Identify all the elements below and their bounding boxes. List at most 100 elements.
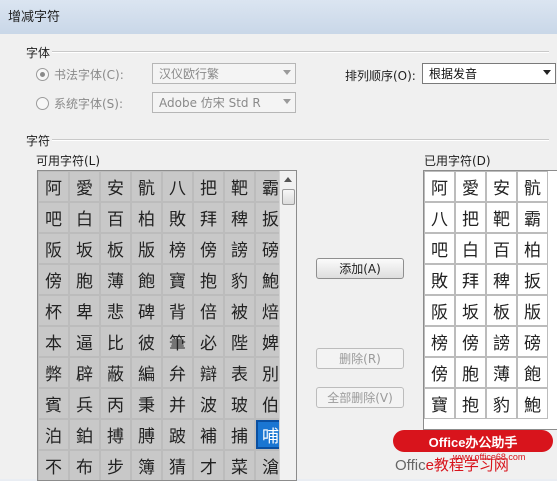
char-cell[interactable]: 阿 bbox=[424, 171, 455, 202]
char-cell[interactable]: 鮑 bbox=[517, 388, 548, 419]
char-cell[interactable]: 被 bbox=[224, 295, 255, 326]
calligraphy-font-select[interactable]: 汉仪欧行繁 bbox=[152, 63, 296, 84]
scroll-up-icon[interactable] bbox=[284, 177, 292, 182]
char-cell[interactable]: 榜 bbox=[424, 326, 455, 357]
char-cell[interactable]: 把 bbox=[193, 171, 224, 202]
char-cell[interactable]: 傍 bbox=[38, 264, 69, 295]
char-cell[interactable]: 并 bbox=[162, 388, 193, 419]
char-cell[interactable]: 扳 bbox=[517, 264, 548, 295]
char-cell[interactable]: 骯 bbox=[131, 171, 162, 202]
char-cell[interactable]: 百 bbox=[100, 202, 131, 233]
char-cell[interactable]: 丙 bbox=[100, 388, 131, 419]
delete-button[interactable]: 删除(R) bbox=[316, 348, 404, 369]
char-cell[interactable]: 才 bbox=[193, 450, 224, 480]
char-cell[interactable]: 豹 bbox=[224, 264, 255, 295]
char-cell[interactable]: 辯 bbox=[193, 357, 224, 388]
char-cell[interactable]: 碑 bbox=[131, 295, 162, 326]
char-cell[interactable]: 阿 bbox=[38, 171, 69, 202]
char-cell[interactable]: 跛 bbox=[162, 419, 193, 450]
char-cell[interactable]: 阪 bbox=[38, 233, 69, 264]
delete-all-button[interactable]: 全部删除(V) bbox=[316, 387, 404, 408]
char-cell[interactable]: 逼 bbox=[69, 326, 100, 357]
char-cell[interactable]: 八 bbox=[162, 171, 193, 202]
char-cell[interactable]: 抱 bbox=[193, 264, 224, 295]
char-cell[interactable]: 安 bbox=[100, 171, 131, 202]
char-cell[interactable]: 猜 bbox=[162, 450, 193, 480]
char-cell[interactable]: 吧 bbox=[38, 202, 69, 233]
scroll-thumb[interactable] bbox=[282, 189, 295, 205]
char-cell[interactable]: 胞 bbox=[455, 357, 486, 388]
char-cell[interactable]: 倍 bbox=[193, 295, 224, 326]
char-cell[interactable]: 把 bbox=[455, 202, 486, 233]
char-cell[interactable]: 膊 bbox=[131, 419, 162, 450]
char-cell[interactable]: 版 bbox=[517, 295, 548, 326]
char-cell[interactable]: 鉑 bbox=[69, 419, 100, 450]
system-font-select[interactable]: Adobe 仿宋 Std R bbox=[152, 92, 296, 113]
char-cell[interactable]: 寶 bbox=[424, 388, 455, 419]
char-cell[interactable]: 編 bbox=[131, 357, 162, 388]
char-cell[interactable]: 八 bbox=[424, 202, 455, 233]
char-cell[interactable]: 必 bbox=[193, 326, 224, 357]
char-cell[interactable]: 筆 bbox=[162, 326, 193, 357]
char-cell[interactable]: 泊 bbox=[38, 419, 69, 450]
available-chars-grid[interactable]: 阿愛安骯八把靶霸吧白百柏敗拜稗扳阪坂板版榜傍謗磅傍胞薄飽寶抱豹鮑杯卑悲碑背倍被焙… bbox=[37, 170, 297, 481]
char-cell[interactable]: 柏 bbox=[517, 233, 548, 264]
char-cell[interactable]: 抱 bbox=[455, 388, 486, 419]
char-cell[interactable]: 豹 bbox=[486, 388, 517, 419]
char-cell[interactable]: 阪 bbox=[424, 295, 455, 326]
calligraphy-font-radio[interactable]: 书法字体(C): bbox=[36, 66, 124, 83]
char-cell[interactable]: 杯 bbox=[38, 295, 69, 326]
char-cell[interactable]: 蔽 bbox=[100, 357, 131, 388]
char-cell[interactable]: 弊 bbox=[38, 357, 69, 388]
char-cell[interactable]: 稗 bbox=[224, 202, 255, 233]
char-cell[interactable]: 謗 bbox=[224, 233, 255, 264]
char-cell[interactable]: 霸 bbox=[517, 202, 548, 233]
char-cell[interactable]: 拜 bbox=[455, 264, 486, 295]
char-cell[interactable]: 骯 bbox=[517, 171, 548, 202]
char-cell[interactable]: 稗 bbox=[486, 264, 517, 295]
char-cell[interactable]: 坂 bbox=[455, 295, 486, 326]
char-cell[interactable]: 拜 bbox=[193, 202, 224, 233]
char-cell[interactable]: 薄 bbox=[486, 357, 517, 388]
char-cell[interactable]: 寶 bbox=[162, 264, 193, 295]
char-cell[interactable]: 吧 bbox=[424, 233, 455, 264]
char-cell[interactable]: 愛 bbox=[455, 171, 486, 202]
char-cell[interactable]: 安 bbox=[486, 171, 517, 202]
char-cell[interactable]: 比 bbox=[100, 326, 131, 357]
char-cell[interactable]: 菜 bbox=[224, 450, 255, 480]
char-cell[interactable]: 愛 bbox=[69, 171, 100, 202]
char-cell[interactable]: 波 bbox=[193, 388, 224, 419]
char-cell[interactable]: 傍 bbox=[424, 357, 455, 388]
char-cell[interactable]: 彼 bbox=[131, 326, 162, 357]
char-cell[interactable]: 布 bbox=[69, 450, 100, 480]
char-cell[interactable]: 捕 bbox=[224, 419, 255, 450]
available-chars-scrollbar[interactable] bbox=[279, 171, 296, 480]
used-chars-grid[interactable]: 阿愛安骯八把靶霸吧白百柏敗拜稗扳阪坂板版榜傍謗磅傍胞薄飽寶抱豹鮑 bbox=[423, 170, 557, 430]
char-cell[interactable]: 靶 bbox=[224, 171, 255, 202]
char-cell[interactable]: 傍 bbox=[455, 326, 486, 357]
char-cell[interactable]: 辟 bbox=[69, 357, 100, 388]
char-cell[interactable]: 謗 bbox=[486, 326, 517, 357]
char-cell[interactable]: 板 bbox=[486, 295, 517, 326]
sort-order-select[interactable]: 根据发音 bbox=[422, 63, 556, 84]
char-cell[interactable]: 百 bbox=[486, 233, 517, 264]
char-cell[interactable]: 不 bbox=[38, 450, 69, 480]
char-cell[interactable]: 榜 bbox=[162, 233, 193, 264]
char-cell[interactable]: 兵 bbox=[69, 388, 100, 419]
char-cell[interactable]: 靶 bbox=[486, 202, 517, 233]
char-cell[interactable]: 弁 bbox=[162, 357, 193, 388]
system-font-radio[interactable]: 系统字体(S): bbox=[36, 95, 123, 112]
char-cell[interactable]: 薄 bbox=[100, 264, 131, 295]
char-cell[interactable]: 飽 bbox=[517, 357, 548, 388]
char-cell[interactable]: 板 bbox=[100, 233, 131, 264]
char-cell[interactable]: 磅 bbox=[517, 326, 548, 357]
char-cell[interactable]: 飽 bbox=[131, 264, 162, 295]
char-cell[interactable]: 表 bbox=[224, 357, 255, 388]
char-cell[interactable]: 背 bbox=[162, 295, 193, 326]
add-button[interactable]: 添加(A) bbox=[316, 258, 404, 279]
char-cell[interactable]: 陛 bbox=[224, 326, 255, 357]
char-cell[interactable]: 胞 bbox=[69, 264, 100, 295]
char-cell[interactable]: 秉 bbox=[131, 388, 162, 419]
char-cell[interactable]: 坂 bbox=[69, 233, 100, 264]
char-cell[interactable]: 賓 bbox=[38, 388, 69, 419]
